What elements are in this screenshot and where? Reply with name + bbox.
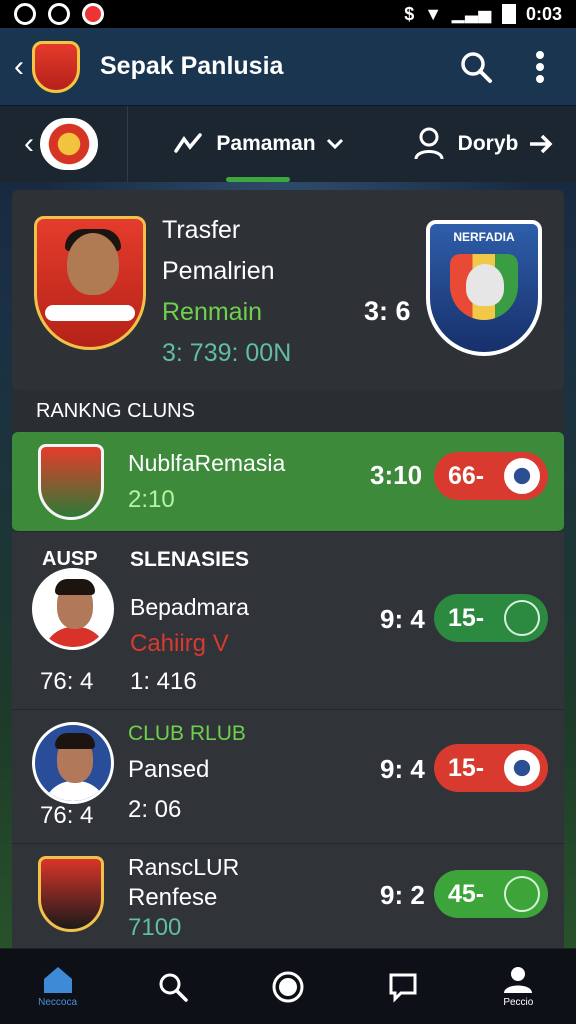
status-left (14, 3, 104, 25)
score-pill[interactable]: 45- (434, 870, 548, 918)
club-badge-icon (504, 876, 540, 912)
section-title: RANKNG CLUNS (12, 390, 564, 432)
more-options-button[interactable] (518, 45, 562, 89)
row-mid-value: 1: 416 (130, 668, 197, 695)
ranking-row[interactable]: NublfaRemasia 2:10 3:10 66- (12, 432, 564, 532)
player-avatar (32, 722, 114, 804)
opponent-crest: NERFADIA (426, 220, 542, 356)
score-pill[interactable]: 15- (434, 744, 548, 792)
nav-search[interactable] (133, 971, 213, 1003)
row-label: CLUB RLUB (128, 722, 246, 745)
nav-chat[interactable] (363, 971, 443, 1003)
featured-line2: Pemalrien (162, 257, 275, 285)
row-left-value: 76: 4 (40, 802, 94, 829)
chart-link-icon (174, 133, 203, 153)
row-score: 9: 4 (380, 604, 425, 634)
club-crest-icon (38, 856, 104, 932)
nav-home[interactable]: Neccoca (18, 965, 98, 1008)
content: Trasfer Pemalrien Renmain 3: 739: 00N 3:… (12, 190, 564, 950)
featured-score: 3: 6 (364, 296, 411, 326)
club-badge-icon (504, 750, 540, 786)
dollar-icon: $ (404, 3, 415, 24)
arrow-right-icon (530, 134, 553, 154)
ranking-row[interactable]: CLUB RLUB Pansed 76: 4 2: 06 9: 4 15- (12, 710, 564, 844)
score-pill[interactable]: 15- (434, 594, 548, 642)
signal-icon: ▁▃▅ (452, 6, 492, 23)
notification-icon (82, 3, 104, 25)
player-crest-image (34, 216, 146, 350)
club-crest-icon (38, 444, 104, 520)
featured-info: Trasfer Pemalrien Renmain 3: 739: 00N (162, 218, 291, 382)
row-name: Pansed (128, 756, 210, 783)
status-time: 0:03 (525, 3, 562, 24)
app-bar: ‹ Sepak Panlusia (0, 28, 576, 106)
featured-line4: 3: 739: 00N (162, 339, 292, 367)
row-name: Bepadmara (130, 594, 249, 620)
chat-icon (389, 973, 417, 1003)
back-arrow-icon: ‹ (24, 127, 34, 160)
tab-label: Doryb (457, 132, 519, 155)
ranking-row[interactable]: AUSP SLENASIES Bepadmara Cahiirg V 76: 4… (12, 532, 564, 710)
row-sub: 7100 (128, 914, 182, 941)
search-icon (159, 973, 188, 1002)
ranking-row[interactable]: RanscLUR Renfese 7100 9: 2 45- (12, 844, 564, 950)
tab-pamaman[interactable]: Pamaman (128, 106, 388, 182)
more-vert-icon (536, 50, 544, 83)
club-crest-icon (40, 118, 98, 170)
club-badge-icon (504, 458, 540, 494)
chevron-down-icon (326, 138, 343, 150)
search-icon (461, 51, 492, 83)
record-icon (272, 971, 304, 1002)
wifi-icon: ▼ (424, 3, 443, 24)
row-name: RanscLUR (128, 854, 240, 880)
profile-icon (504, 967, 533, 993)
tab-club-crest[interactable]: ‹ (0, 106, 128, 182)
notification-icon (48, 3, 70, 25)
row-header-right: SLENASIES (130, 548, 250, 571)
row-score: 3:10 (370, 460, 423, 490)
status-bar: $ ▼ ▁▃▅ 0:03 (0, 0, 576, 28)
club-crest-logo (32, 40, 80, 93)
row-score: 9: 4 (380, 754, 425, 784)
featured-match-card[interactable]: Trasfer Pemalrien Renmain 3: 739: 00N 3:… (12, 190, 564, 390)
search-button[interactable] (454, 45, 498, 89)
tab-doryb[interactable]: Doryb (388, 106, 576, 182)
tab-label: Pamaman (216, 132, 316, 155)
featured-line3: Renmain (162, 298, 263, 326)
nav-profile[interactable]: Peccio (478, 965, 558, 1008)
battery-icon (501, 4, 516, 24)
row-name-secondary: Renfese (128, 884, 218, 911)
club-badge-icon (504, 600, 540, 636)
row-sub: Cahiirg V (130, 630, 229, 657)
row-sub: 2:10 (128, 486, 175, 513)
score-pill[interactable]: 66- (434, 452, 548, 500)
row-score: 9: 2 (380, 880, 425, 910)
tab-bar: ‹ Pamaman Doryb (0, 106, 576, 182)
group-icon (414, 127, 444, 160)
row-left-value: 76: 4 (40, 668, 94, 695)
home-icon (43, 967, 72, 993)
player-avatar (32, 568, 114, 650)
row-name: NublfaRemasia (128, 450, 286, 476)
bottom-nav: Neccoca Peccio (0, 948, 576, 1024)
notification-icon (14, 3, 36, 25)
status-right: $ ▼ ▁▃▅ 0:03 (404, 4, 562, 25)
back-arrow-icon[interactable]: ‹ (14, 50, 30, 84)
featured-line1: Trasfer (162, 216, 241, 244)
row-sub: 2: 06 (128, 796, 182, 823)
nav-record[interactable] (248, 970, 328, 1004)
app-title: Sepak Panlusia (100, 52, 284, 80)
